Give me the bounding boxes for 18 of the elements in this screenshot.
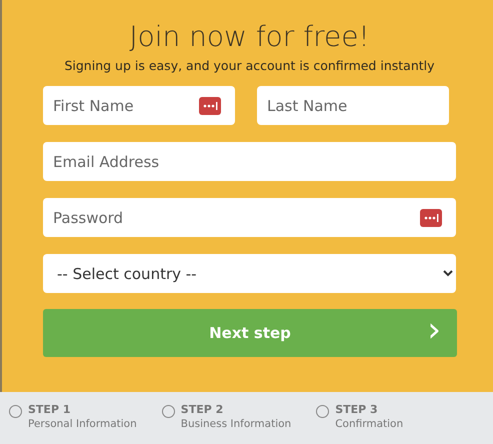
step-title: STEP 3 <box>335 403 379 416</box>
step-subtitle: Personal Information <box>28 418 137 430</box>
form-subtitle: Signing up is easy, and your account is confirmed instantly <box>63 58 436 73</box>
step-subtitle: Confirmation <box>335 418 404 430</box>
country-select[interactable]: -- Select country -- <box>43 254 456 293</box>
password-manager-icon[interactable] <box>420 209 442 227</box>
step-subtitle: Business Information <box>180 418 292 430</box>
step-radio[interactable] <box>9 405 22 418</box>
password-manager-icon[interactable] <box>199 97 221 115</box>
step-title: STEP 2 <box>180 403 224 416</box>
form-title: Join now for free! <box>128 19 371 55</box>
step-title: STEP 1 <box>28 403 72 416</box>
input-field[interactable]: Email Address <box>43 142 456 181</box>
step-radio[interactable] <box>316 405 330 418</box>
password-field[interactable]: Password <box>43 198 456 237</box>
input-field[interactable]: First Name <box>43 86 235 125</box>
step-radio[interactable] <box>162 405 175 418</box>
input-field[interactable]: Last Name <box>257 86 449 125</box>
